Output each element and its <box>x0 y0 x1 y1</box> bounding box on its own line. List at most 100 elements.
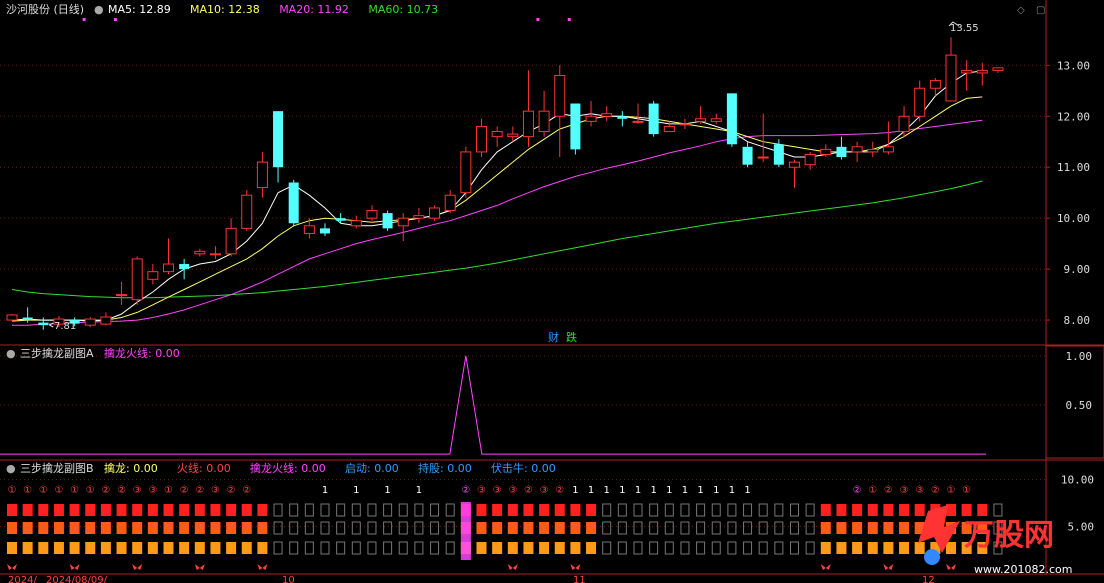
signal-block <box>476 504 487 516</box>
panel-a-dot-icon[interactable]: ● <box>6 347 16 360</box>
signal-block <box>210 542 221 554</box>
signal-block-empty <box>758 503 768 517</box>
signal-block-empty <box>633 521 643 535</box>
signal-block <box>147 542 158 554</box>
signal-label: ③ <box>540 485 549 496</box>
signal-block-empty <box>289 521 299 535</box>
signal-block <box>946 504 956 516</box>
signal-block <box>492 542 503 554</box>
panel-b: 5.0010.00① ① ① ① ① ① ② ② ③ ③ ① ② ② ③ ② ② 1 1 1 1 ② ③ ③ ③ ② ③ ② 1 1 1 1… <box>0 474 1094 570</box>
signal-block <box>492 504 503 516</box>
candle-body-up <box>554 75 566 117</box>
candle-body-up <box>992 67 1004 71</box>
signal-marker <box>82 18 86 21</box>
signal-label: 1 <box>322 485 328 496</box>
signal-label: ③ <box>508 485 517 496</box>
candle-body-up <box>507 133 519 138</box>
price-tick-label: 12.00 <box>1057 110 1090 123</box>
signal-label: ① <box>86 485 95 496</box>
candle-body-up <box>898 115 910 133</box>
price-tick-label: 11.00 <box>1057 161 1090 174</box>
signal-block-empty <box>649 503 659 517</box>
diamond-icon[interactable]: ◇ <box>1017 5 1025 16</box>
candle-body-up <box>961 69 973 74</box>
signal-block <box>69 504 80 516</box>
signal-block <box>914 504 925 516</box>
candle-body-down <box>648 103 659 135</box>
signal-block-empty <box>727 521 737 535</box>
signal-label: 1 <box>744 485 750 496</box>
signal-block <box>163 542 174 554</box>
signal-block <box>961 522 972 534</box>
signal-block <box>38 504 49 516</box>
signal-label: 1 <box>650 485 656 496</box>
signal-block <box>163 504 174 516</box>
signal-block-empty <box>602 521 612 535</box>
signal-block-empty <box>367 503 377 517</box>
signal-block-empty <box>727 503 737 517</box>
candle-body-down <box>38 322 49 326</box>
signal-block <box>85 522 96 534</box>
signal-block-empty <box>711 521 721 535</box>
signal-block <box>53 504 64 516</box>
candle-body-up <box>460 151 472 194</box>
panel-b-dot-icon[interactable]: ● <box>6 462 16 475</box>
signal-block-empty <box>351 503 361 517</box>
candle-body-up <box>225 227 237 255</box>
settings-circle-icon[interactable]: ● <box>94 3 104 16</box>
signal-label: ② <box>180 485 189 496</box>
candle-body-up <box>710 118 722 122</box>
signal-block <box>147 522 158 534</box>
signal-label: ③ <box>133 485 142 496</box>
signal-block <box>163 522 174 534</box>
signal-block-empty <box>273 503 283 517</box>
expand-icon[interactable]: ▢ <box>1036 5 1045 16</box>
signal-block-empty <box>398 521 408 535</box>
signal-block-empty <box>602 503 612 517</box>
butterfly-icon <box>257 564 268 570</box>
signal-block-empty <box>398 541 408 555</box>
signal-block <box>85 504 96 516</box>
ma60-line <box>11 180 983 299</box>
candle-body-down <box>288 182 299 224</box>
signal-block-empty <box>805 503 815 517</box>
signal-label: ③ <box>900 485 909 496</box>
signal-block <box>539 522 550 534</box>
candle-body-down <box>726 93 737 145</box>
date-label: 11 <box>573 575 586 583</box>
butterfly-icon <box>132 564 143 570</box>
signal-label: 1 <box>682 485 688 496</box>
ma-legend-item: MA5: 12.89 <box>108 3 171 16</box>
candle-body-down <box>773 144 784 165</box>
panel-b-tick-label: 10.00 <box>1061 474 1094 487</box>
signal-block <box>570 542 581 554</box>
signal-block-empty <box>758 541 768 555</box>
signal-block-empty <box>633 541 643 555</box>
signal-block-empty <box>617 503 627 517</box>
signal-label: 1 <box>604 485 610 496</box>
signal-block-empty <box>993 503 1003 517</box>
candle-body-up <box>6 314 18 321</box>
signal-block <box>7 542 17 554</box>
signal-block-empty <box>649 521 659 535</box>
signal-block <box>257 542 268 554</box>
candle-body-down <box>570 103 581 150</box>
candle-body-up <box>757 156 769 159</box>
stock-chart-canvas[interactable]: 8.00 9.00 10.00 11.00 12.00 13.00 0.50 1.00 5.… <box>0 0 1104 583</box>
panel-b-tick-label: 5.00 <box>1068 520 1095 533</box>
signal-block-empty <box>445 521 455 535</box>
panel-b-legend-item: 擒龙火线: 0.00 <box>250 461 326 475</box>
signal-block-empty <box>289 541 299 555</box>
signal-block <box>961 504 972 516</box>
signal-block <box>53 542 64 554</box>
date-label: 2024/08/09/ <box>46 575 108 583</box>
ma-legend-item: MA60: 10.73 <box>368 3 438 16</box>
candle-body-up <box>116 294 128 297</box>
signal-block <box>226 542 237 554</box>
marker-die: 跌 <box>566 330 577 344</box>
signal-block <box>899 504 910 516</box>
signal-block <box>554 504 565 516</box>
signal-block <box>507 504 518 516</box>
signal-label: ① <box>868 485 877 496</box>
butterfly-icon <box>507 564 518 570</box>
